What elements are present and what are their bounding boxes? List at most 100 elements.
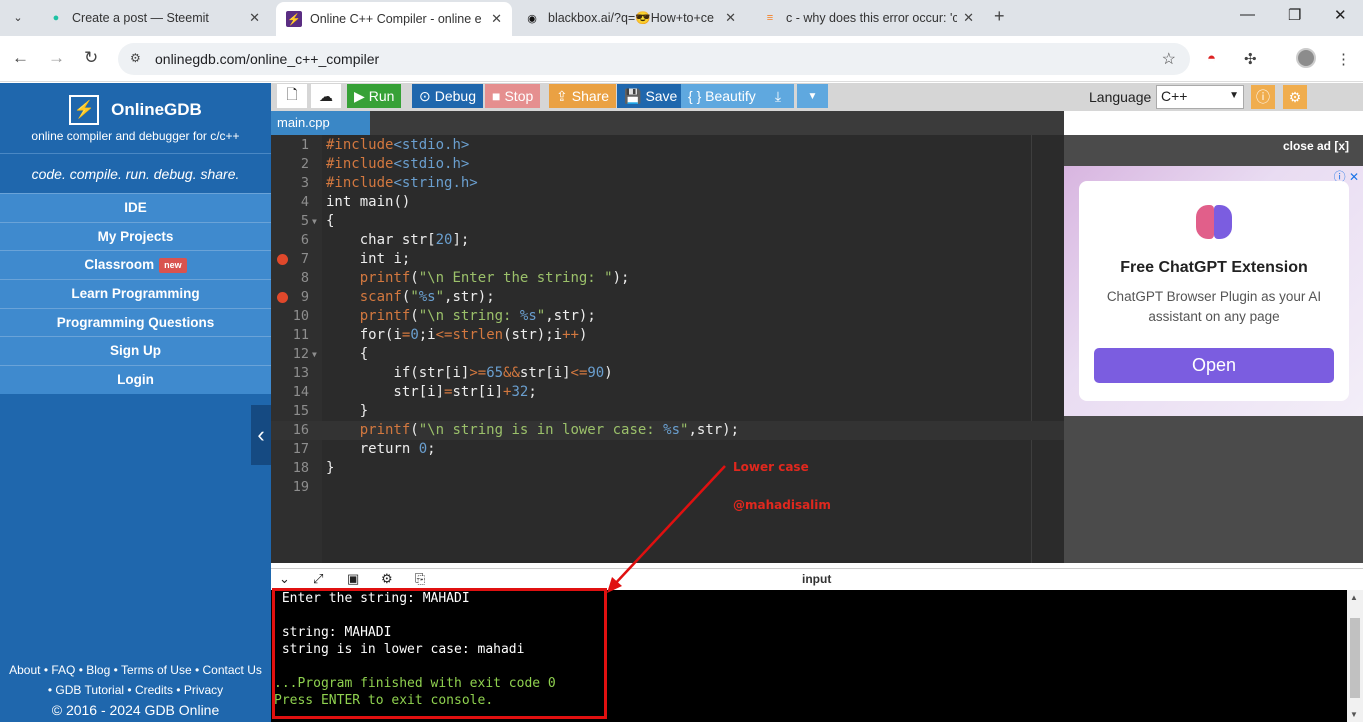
scroll-down-arrow-icon[interactable]: ▼ [1350,710,1358,719]
code-text[interactable]: printf("\n Enter the string: "); [326,269,630,288]
fold-chevron-icon[interactable]: ▼ [312,345,317,364]
footer-link-blog[interactable]: Blog [86,663,110,677]
line-number[interactable]: 10 [271,307,309,326]
line-number[interactable]: 6 [271,231,309,250]
code-text[interactable]: { [326,212,334,231]
line-number[interactable]: 4 [271,193,309,212]
code-line[interactable]: 4 int main() [271,193,1064,212]
url-bar[interactable]: ⚙ onlinegdb.com/online_c++_compiler ☆ [118,43,1190,75]
code-line[interactable]: 2 #include<stdio.h> [271,155,1064,174]
footer-link-faq[interactable]: FAQ [51,663,75,677]
input-tab-label[interactable]: input [802,572,831,586]
url-text[interactable]: onlinegdb.com/online_c++_compiler [155,51,379,67]
code-text[interactable]: } [326,402,368,421]
line-number[interactable]: 3 [271,174,309,193]
debug-button[interactable]: ⊙ Debug [412,84,483,108]
copy-output-icon[interactable]: ⎘ [415,571,425,587]
code-line[interactable]: 5 ▼ { [271,212,1064,231]
line-number[interactable]: 18 [271,459,309,478]
profile-avatar[interactable] [1296,48,1316,68]
beautify-button[interactable]: { } Beautify [681,84,763,108]
line-number[interactable]: 5 [271,212,309,231]
code-text[interactable]: scanf("%s",str); [326,288,495,307]
ad-open-button[interactable]: Open [1094,348,1334,383]
run-button[interactable]: ▶ Run [347,84,402,108]
code-text[interactable]: } [326,459,334,478]
code-text[interactable]: #include<stdio.h> [326,136,469,155]
footer-link-contact[interactable]: Contact Us [203,663,262,677]
code-text[interactable]: if(str[i]>=65&&str[i]<=90) [326,364,612,383]
footer-link-privacy[interactable]: Privacy [184,683,223,697]
output-settings-gear-icon[interactable]: ⚙ [381,571,393,587]
close-tab-icon[interactable]: ✕ [491,11,502,27]
upload-icon[interactable]: ☁ [311,84,341,108]
footer-link-credits[interactable]: Credits [135,683,173,697]
collapse-output-chevron-icon[interactable]: ⌄ [279,571,290,587]
code-line[interactable]: 14 str[i]=str[i]+32; [271,383,1064,402]
minimize-icon[interactable]: — [1240,6,1255,23]
line-number[interactable]: 19 [271,478,309,497]
code-text[interactable]: str[i]=str[i]+32; [326,383,536,402]
code-line[interactable]: 18} [271,459,1064,478]
back-icon[interactable]: ← [12,48,29,68]
new-tab-button[interactable]: + [994,6,1005,27]
line-number[interactable]: 12 [271,345,309,364]
code-line[interactable]: 16 printf("\n string is in lower case: %… [271,421,1064,440]
save-button[interactable]: 💾 Save [617,84,685,108]
code-line[interactable]: 11 for(i=0;i<=strlen(str);i++) [271,326,1064,345]
line-number[interactable]: 9 [271,288,309,307]
code-line[interactable]: 3 #include<string.h> [271,174,1064,193]
browser-tab-blackbox[interactable]: ◉ blackbox.ai/?q=😎How+to+ce ✕ [514,0,746,36]
brand-name[interactable]: OnlineGDB [111,100,202,120]
code-line[interactable]: 13 if(str[i]>=65&&str[i]<=90) [271,364,1064,383]
tab-search-icon[interactable]: ⌄ [6,6,30,28]
console-scrollbar[interactable]: ▲ ▼ [1347,590,1363,722]
restore-icon[interactable]: ❐ [1288,6,1301,24]
code-text[interactable]: return 0; [326,440,436,459]
code-text[interactable]: printf("\n string is in lower case: %s",… [326,421,739,440]
scrollbar-thumb[interactable] [1350,618,1360,698]
browser-tab-stackoverflow[interactable]: ≡ c - why does this error occur: 'c ✕ [752,0,984,36]
code-text[interactable]: char str[20]; [326,231,470,250]
code-line[interactable]: 1 #include<stdio.h> [271,136,1064,155]
expand-output-icon[interactable]: ⤢ [313,571,323,587]
line-number[interactable]: 16 [271,421,309,440]
new-file-icon[interactable]: 🗋 [277,84,307,108]
line-number[interactable]: 2 [271,155,309,174]
sidebar-item-login[interactable]: Login [0,365,271,394]
info-icon[interactable]: ⓘ [1251,85,1275,109]
line-number[interactable]: 1 [271,136,309,155]
browser-tab-steemit[interactable]: ● Create a post — Steemit ✕ [38,0,270,36]
pokeball-extension-icon[interactable]: ◓ [1207,50,1216,67]
code-line[interactable]: 9 scanf("%s",str); [271,288,1064,307]
line-number[interactable]: 14 [271,383,309,402]
line-number[interactable]: 8 [271,269,309,288]
bookmark-star-icon[interactable]: ☆ [1162,49,1176,69]
sidebar-item-learn-programming[interactable]: Learn Programming [0,279,271,308]
code-line[interactable]: 7 int i; [271,250,1064,269]
code-editor[interactable]: 1 #include<stdio.h> 2 #include<stdio.h> 3 #in… [271,135,1064,563]
file-tab-main[interactable]: main.cpp [271,111,370,135]
footer-link-terms[interactable]: Terms of Use [121,663,192,677]
browser-tab-onlinegdb[interactable]: ⚡ Online C++ Compiler - online e ✕ [276,2,512,36]
code-line[interactable]: 15 } [271,402,1064,421]
code-line[interactable]: 8 printf("\n Enter the string: "); [271,269,1064,288]
extensions-puzzle-icon[interactable]: ✣ [1244,50,1257,68]
footer-link-gdb-tutorial[interactable]: GDB Tutorial [55,683,124,697]
share-button[interactable]: ⇪ Share [549,84,617,108]
line-number[interactable]: 11 [271,326,309,345]
line-number[interactable]: 15 [271,402,309,421]
close-tab-icon[interactable]: ✕ [725,10,736,26]
download-icon[interactable]: ⤓ [762,84,794,108]
code-line[interactable]: 6 char str[20]; [271,231,1064,250]
site-info-icon[interactable]: ⚙ [130,51,141,65]
code-text[interactable]: for(i=0;i<=strlen(str);i++) [326,326,588,345]
code-text[interactable]: #include<stdio.h> [326,155,469,174]
stop-button[interactable]: ■ Stop [485,84,541,108]
settings-gear-icon[interactable]: ⚙ [1283,85,1307,109]
code-line[interactable]: 10 printf("\n string: %s",str); [271,307,1064,326]
collapse-sidebar-chevron-left-icon[interactable]: ‹ [251,405,271,465]
close-tab-icon[interactable]: ✕ [249,10,260,26]
code-line[interactable]: 12 ▼ { [271,345,1064,364]
browser-menu-icon[interactable]: ⋮ [1336,50,1351,68]
